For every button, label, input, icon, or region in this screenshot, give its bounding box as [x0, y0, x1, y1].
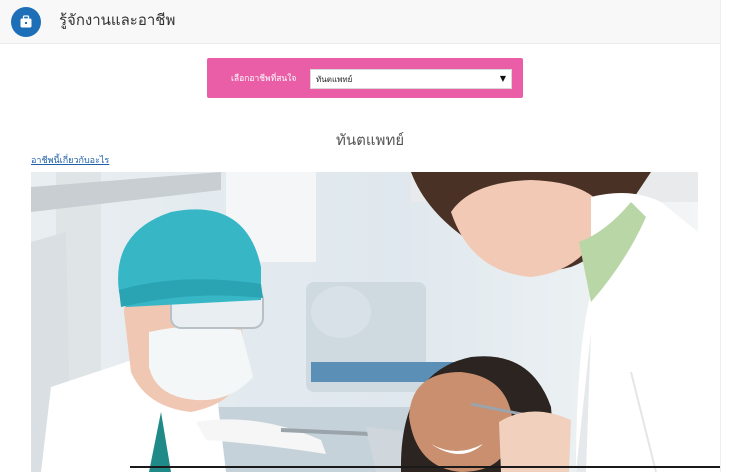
- career-title: ทันตแพทย์: [336, 131, 405, 149]
- page: รู้จักงานและอาชีพ เลือกอาชีพที่สนใจ ทันต…: [0, 0, 734, 472]
- briefcase-icon: [11, 6, 41, 37]
- divider: [130, 466, 720, 468]
- page-title: รู้จักงานและอาชีพ: [59, 10, 176, 29]
- career-select-bar: เลือกอาชีพที่สนใจ ทันตแพทย์ ▼: [207, 58, 523, 98]
- about-career-link[interactable]: อาชีพนี้เกี่ยวกับอะไร: [31, 153, 109, 167]
- career-select-dropdown[interactable]: ทันตแพทย์ ▼: [310, 69, 512, 89]
- main-content: เลือกอาชีพที่สนใจ ทันตแพทย์ ▼ ทันตแพทย์ …: [0, 45, 720, 472]
- career-photo: [31, 172, 698, 472]
- dropdown-arrow-icon: ▼: [499, 74, 506, 83]
- career-select-label: เลือกอาชีพที่สนใจ: [231, 74, 297, 84]
- scrollbar-track[interactable]: [720, 0, 734, 472]
- page-header: รู้จักงานและอาชีพ: [0, 0, 720, 44]
- career-select-value: ทันตแพทย์: [316, 74, 353, 84]
